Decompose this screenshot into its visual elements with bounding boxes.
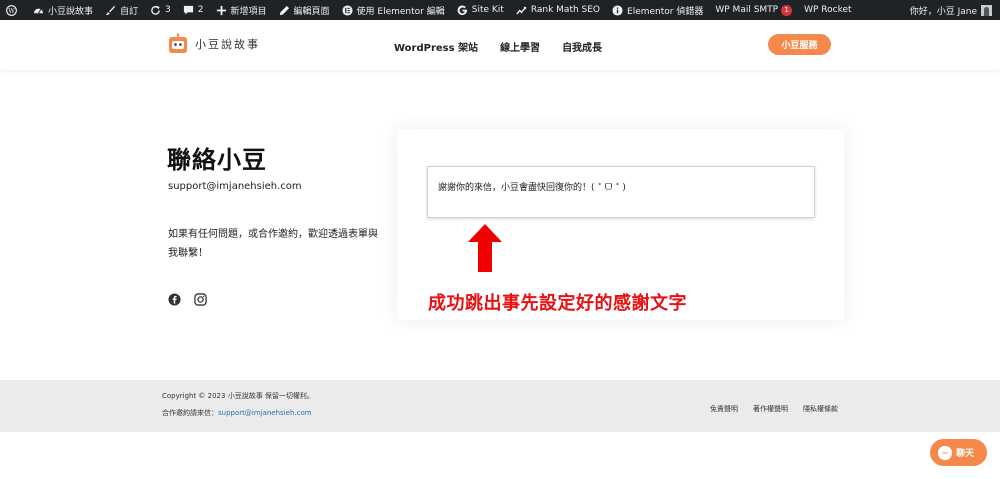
chat-button[interactable]: 聊天 [930,439,987,466]
greeting-label: 你好，小豆 Jane [909,6,977,17]
admin-bar-site-name[interactable]: 小豆說故事 [27,0,99,20]
updates-count: 3 [165,5,171,15]
form-success-message: 謝謝你的來信，小豆會盡快回復你的！( ˃ ᗜ ˂ ) [427,166,815,218]
rank-math-icon [516,5,527,16]
admin-bar-updates[interactable]: 3 [144,0,177,20]
admin-bar-wp-rocket[interactable]: WP Rocket [798,0,857,20]
page-title: 聯絡小豆 [167,146,267,174]
contact-email: support@imjanehsieh.com [168,181,302,192]
site-footer: Copyright © 2023 小豆說故事 保留一切權利。 合作邀約請來信：s… [0,380,1000,432]
elementor-icon [341,4,353,16]
instagram-icon[interactable] [194,293,207,306]
footer-links: 免責聲明 著作權聲明 隱私權條款 [710,404,853,414]
wp-mail-smtp-label: WP Mail SMTP [715,5,779,15]
rank-math-label: Rank Math SEO [530,5,601,15]
footer-contact-prefix: 合作邀約請來信： [162,409,218,417]
site-logo[interactable]: 小豆說故事 [167,33,260,55]
main-nav: WordPress 架站 線上學習 自我成長 [394,39,624,54]
wp-mail-smtp-badge: 1 [781,4,793,16]
site-name-label: 小豆說故事 [48,6,94,17]
pencil-icon [279,5,290,16]
admin-bar-customize[interactable]: 自訂 [99,0,144,20]
wordpress-logo-menu[interactable]: W [0,0,27,20]
admin-bar-wp-mail-smtp[interactable]: WP Mail SMTP 1 [709,0,798,20]
admin-bar-account[interactable]: 你好，小豆 Jane [910,4,1000,17]
chat-label: 聊天 [956,449,975,459]
red-arrow-up-icon [467,224,503,272]
customize-label: 自訂 [120,6,139,17]
admin-bar-site-kit[interactable]: Site Kit [451,0,510,20]
nav-item-wordpress[interactable]: WordPress 架站 [394,39,478,54]
contact-description: 如果有任何問題，或合作邀約，歡迎透過表單與我聯繫！ [168,229,378,259]
messenger-icon [938,445,952,460]
footer-contact: 合作邀約請來信：support@imjanehsieh.com [162,408,312,418]
admin-bar-elementor-inspector[interactable]: Elementor 偵錯器 [606,0,709,20]
wp-rocket-label: WP Rocket [804,5,852,15]
plus-icon [216,5,227,16]
wordpress-icon: W [6,4,17,16]
services-button[interactable]: 小豆服務 [768,34,831,55]
admin-bar-edit-page[interactable]: 編輯頁面 [273,0,336,20]
info-icon [612,4,623,16]
brush-icon [105,5,116,16]
site-header: 小豆說故事 WordPress 架站 線上學習 自我成長 小豆服務 [0,20,1000,70]
nav-item-self-growth[interactable]: 自我成長 [562,39,602,54]
avatar [981,4,992,16]
facebook-icon[interactable] [168,293,181,306]
refresh-icon [150,5,161,16]
admin-bar-comments[interactable]: 2 [177,0,210,20]
footer-link-copyright[interactable]: 著作權聲明 [753,404,788,414]
edit-page-label: 編輯頁面 [293,6,330,17]
copyright-text: Copyright © 2023 小豆說故事 保留一切權利。 [162,392,314,400]
annotation-text: 成功跳出事先設定好的感謝文字 [428,293,687,314]
footer-contact-email-link[interactable]: support@imjanehsieh.com [218,409,312,417]
nav-item-online-learning[interactable]: 線上學習 [500,39,540,54]
comments-count: 2 [197,5,204,15]
dashboard-icon [33,5,44,16]
svg-text:W: W [8,6,15,14]
elementor-inspector-label: Elementor 偵錯器 [627,6,704,17]
logo-text: 小豆說故事 [195,38,260,51]
comment-icon [183,5,194,16]
site-kit-label: Site Kit [471,5,504,15]
admin-bar: W 小豆說故事 自訂 3 2 新增項目 編輯頁面 使用 Elementor 編輯… [0,0,1000,20]
social-links [168,293,220,306]
footer-link-disclaimer[interactable]: 免責聲明 [710,404,738,414]
admin-bar-rank-math[interactable]: Rank Math SEO [510,0,606,20]
admin-bar-new-item[interactable]: 新增項目 [210,0,273,20]
edit-elementor-label: 使用 Elementor 編輯 [356,6,445,17]
google-g-icon [457,5,468,16]
admin-bar-edit-elementor[interactable]: 使用 Elementor 編輯 [336,0,451,20]
footer-link-privacy[interactable]: 隱私權條款 [803,404,838,414]
new-item-label: 新增項目 [230,6,267,17]
robot-logo-icon [167,33,189,55]
